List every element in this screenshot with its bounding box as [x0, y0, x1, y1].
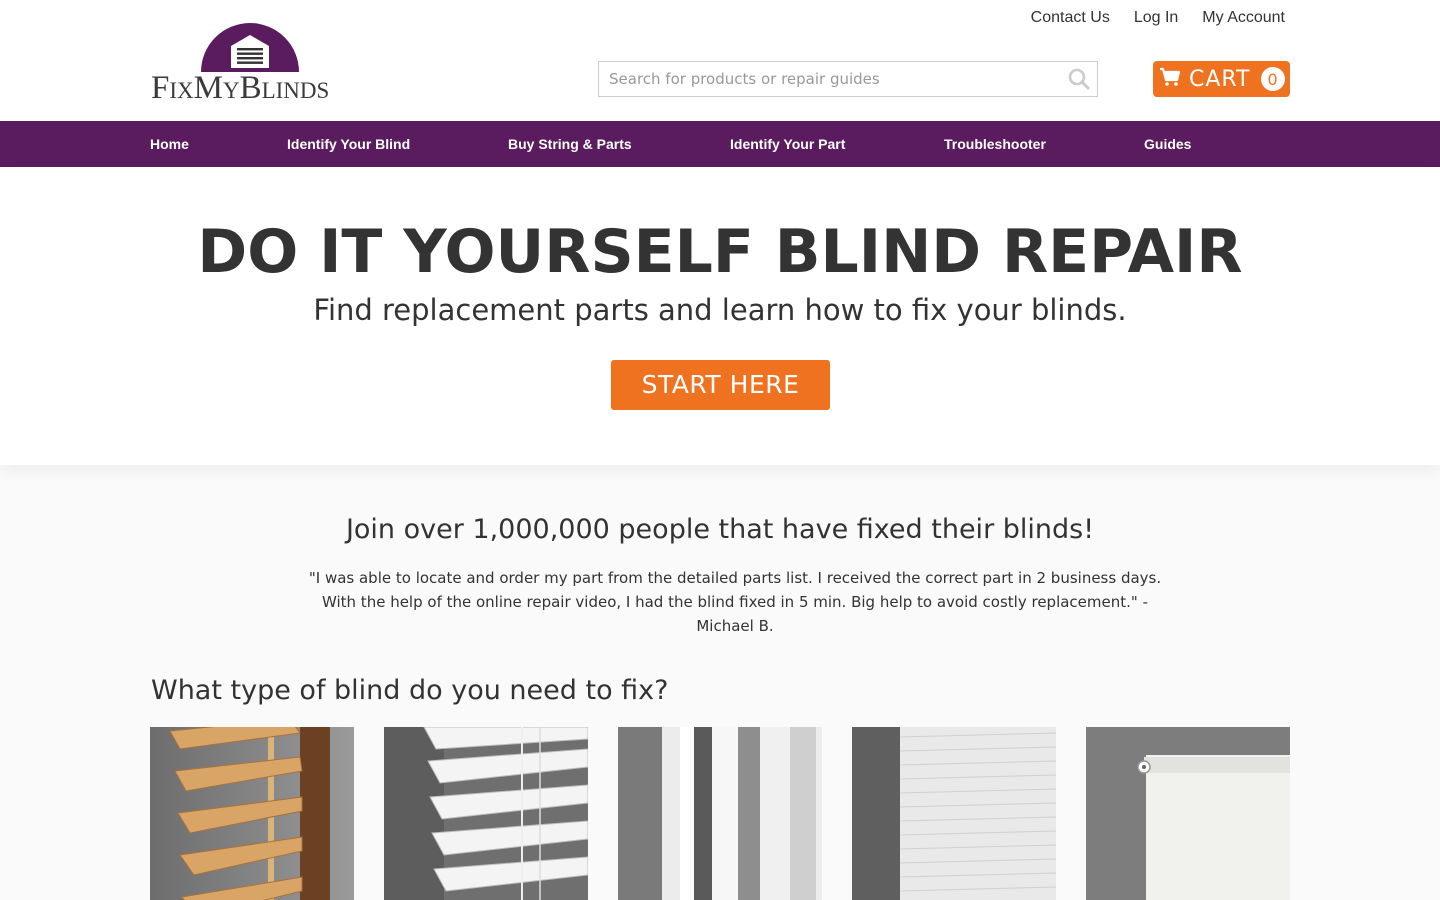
- main-nav: Home Identify Your Blind Buy String & Pa…: [0, 121, 1440, 167]
- start-here-button[interactable]: START HERE: [611, 360, 830, 410]
- search-box: [598, 61, 1098, 97]
- wood-blind-tile[interactable]: [150, 727, 354, 900]
- search-input[interactable]: [599, 62, 1061, 96]
- search-icon[interactable]: [1061, 62, 1097, 96]
- hero-title: DO IT YOURSELF BLIND REPAIR: [197, 217, 1243, 287]
- cellular-shade-tile[interactable]: [852, 727, 1056, 900]
- nav-item-troubleshooter[interactable]: Troubleshooter: [944, 121, 1046, 167]
- cart-label: CART: [1189, 66, 1251, 92]
- nav-item-buy-parts[interactable]: Buy String & Parts: [508, 121, 632, 167]
- mini-blind-tile[interactable]: [384, 727, 588, 900]
- testimonial-quote: "I was able to locate and order my part …: [308, 569, 1162, 635]
- contact-us-link[interactable]: Contact Us: [1031, 8, 1110, 28]
- nav-item-identify-part[interactable]: Identify Your Part: [730, 121, 845, 167]
- vertical-blind-tile[interactable]: [618, 727, 822, 900]
- shopping-cart-icon: [1159, 67, 1181, 92]
- hero-section: DO IT YOURSELF BLIND REPAIR Find replace…: [0, 167, 1440, 465]
- logo-window-icon: [201, 23, 299, 72]
- nav-item-identify-blind[interactable]: Identify Your Blind: [287, 121, 410, 167]
- blind-types-heading: What type of blind do you need to fix?: [151, 675, 669, 706]
- logo-wordmark: FixMyBlinds: [151, 70, 330, 106]
- log-in-link[interactable]: Log In: [1134, 8, 1178, 28]
- roller-shade-tile[interactable]: [1086, 727, 1290, 900]
- cart-button[interactable]: CART 0: [1153, 61, 1290, 97]
- nav-item-home[interactable]: Home: [150, 121, 189, 167]
- nav-item-guides[interactable]: Guides: [1144, 121, 1191, 167]
- my-account-link[interactable]: My Account: [1202, 8, 1285, 28]
- testimonial-headline: Join over 1,000,000 people that have fix…: [345, 514, 1095, 545]
- header: Contact Us Log In My Account FixMyBlinds: [0, 0, 1440, 121]
- cart-count-badge: 0: [1260, 67, 1285, 91]
- hero-subtitle: Find replacement parts and learn how to …: [313, 293, 1127, 327]
- site-logo[interactable]: FixMyBlinds: [151, 22, 351, 106]
- top-links: Contact Us Log In My Account: [1031, 8, 1285, 28]
